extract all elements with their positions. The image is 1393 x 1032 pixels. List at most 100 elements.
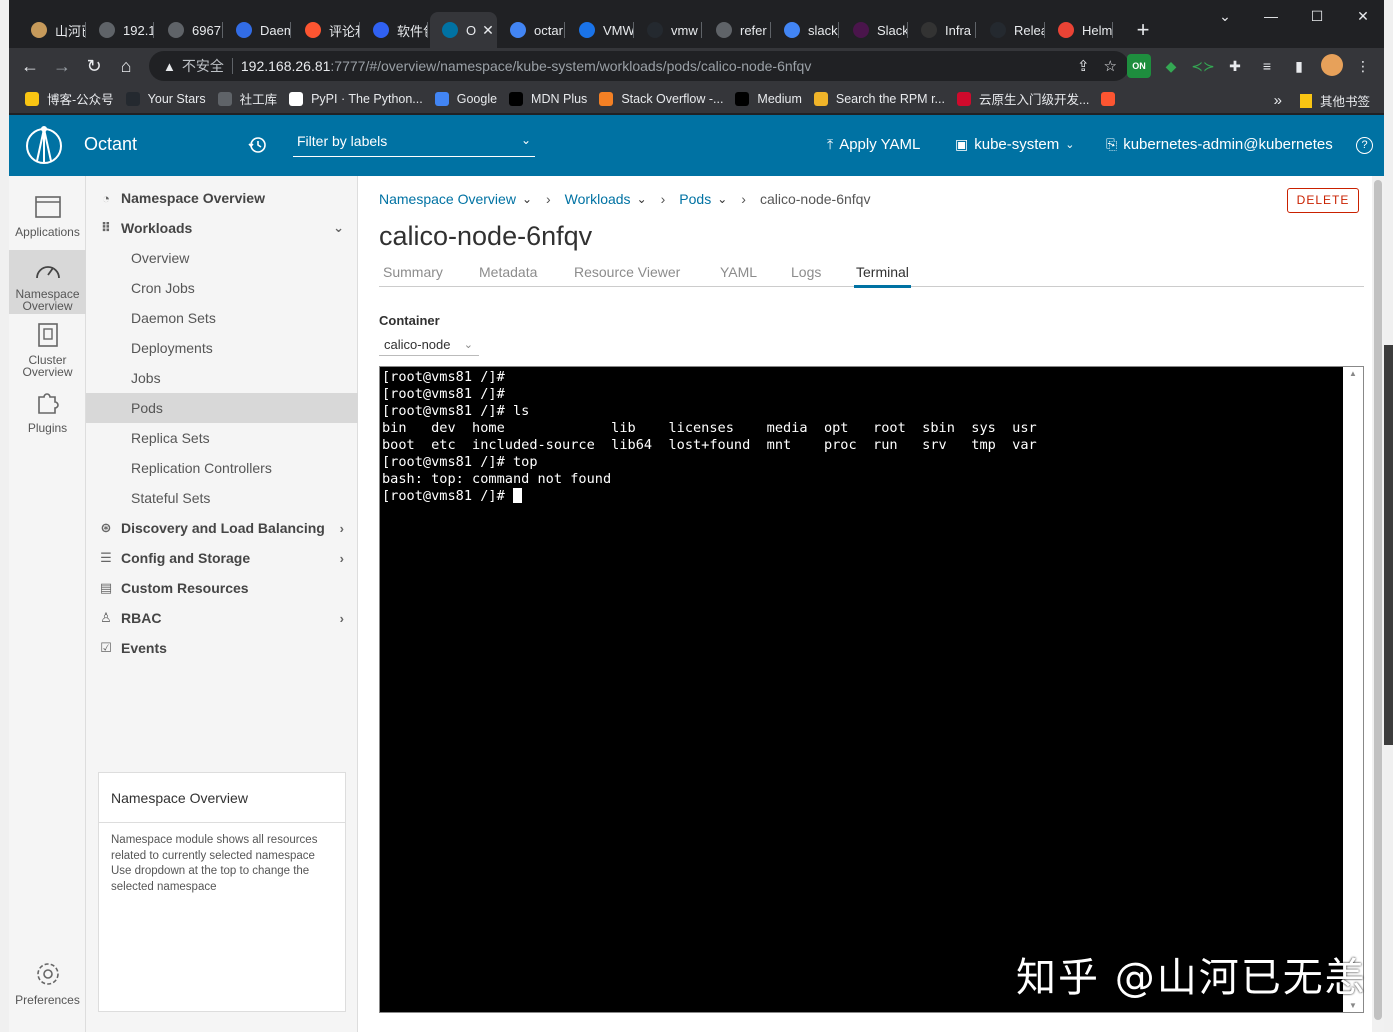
bookmark-item[interactable]: 社工库 [217, 89, 277, 108]
back-icon[interactable]: ← [16, 52, 44, 80]
browser-tab[interactable]: vmw [635, 12, 702, 48]
chevron-down-icon[interactable]: ⌄ [637, 192, 647, 206]
profile-avatar[interactable] [1321, 54, 1343, 76]
extension-vue-icon[interactable]: ≺≻ [1191, 54, 1215, 78]
browser-tab[interactable]: Daem [224, 12, 291, 48]
bookmark-item[interactable]: Medium [735, 91, 802, 106]
history-icon[interactable] [247, 135, 267, 155]
rail-applications[interactable]: Applications [9, 188, 86, 254]
bookmark-item[interactable]: Google [434, 91, 497, 106]
reload-icon[interactable]: ↻ [80, 52, 108, 80]
new-tab-button[interactable]: + [1129, 16, 1157, 44]
bookmark-item[interactable]: Stack Overflow -... [599, 91, 723, 106]
nav-workload-item[interactable]: Daemon Sets [86, 303, 358, 333]
terminal-line: boot etc included-source lib64 lost+foun… [382, 437, 1037, 453]
home-icon[interactable]: ⌂ [112, 52, 140, 80]
chevron-down-icon[interactable]: ⌄ [522, 192, 532, 206]
tab-resource-viewer[interactable]: Resource Viewer [572, 264, 682, 285]
browser-tab[interactable]: slack [772, 12, 839, 48]
share-icon[interactable]: ⇪ [1077, 57, 1090, 75]
tab-yaml[interactable]: YAML [718, 264, 759, 285]
bookmarks-more-icon[interactable]: » [1274, 92, 1282, 109]
nav-custom-resources[interactable]: ▤ Custom Resources [86, 573, 358, 603]
rail-namespace-overview[interactable]: Namespace Overview [9, 250, 86, 314]
nav-workload-item[interactable]: Replication Controllers [86, 453, 358, 483]
bookmark-item[interactable]: 博客-公众号 [25, 89, 114, 108]
breadcrumb-workloads[interactable]: Workloads [565, 191, 631, 207]
tab-terminal[interactable]: Terminal [854, 264, 911, 288]
browser-tab[interactable]: refer [704, 12, 771, 48]
tab-search-icon[interactable]: ⌄ [1202, 0, 1248, 32]
forward-icon[interactable]: → [48, 52, 76, 80]
close-tab-icon[interactable]: ✕ [482, 22, 494, 39]
browser-tab[interactable]: O ✕ [430, 12, 497, 48]
tab-title: slack [808, 22, 838, 38]
nav-config-storage[interactable]: ☰ Config and Storage › [86, 543, 358, 573]
browser-menu-icon[interactable]: ⋮ [1351, 54, 1375, 78]
container-select[interactable]: calico-node ⌄ [379, 334, 479, 356]
side-panel-icon[interactable]: ▮ [1287, 54, 1311, 78]
scroll-up-icon[interactable]: ▲ [1349, 369, 1357, 378]
extension-diamond-icon[interactable]: ◆ [1159, 54, 1183, 78]
nav-discovery[interactable]: ⊛ Discovery and Load Balancing › [86, 513, 358, 543]
bookmark-item[interactable]: PyPI · The Python... [289, 91, 423, 106]
nav-workload-item[interactable]: Overview [86, 243, 358, 273]
nav-workload-item[interactable]: Cron Jobs [86, 273, 358, 303]
breadcrumb-namespace-overview[interactable]: Namespace Overview [379, 191, 516, 207]
maximize-button[interactable]: ☐ [1294, 0, 1340, 32]
help-card-body: Namespace module shows all resources rel… [111, 834, 318, 893]
browser-tab[interactable]: 软件包 [361, 12, 428, 48]
delete-button[interactable]: DELETE [1287, 188, 1359, 213]
apply-yaml-button[interactable]: ⤒ Apply YAML [827, 136, 920, 153]
nav-events[interactable]: ☑ Events [86, 633, 358, 663]
browser-tab[interactable]: 192.1 [87, 12, 154, 48]
context-switcher[interactable]: ⎘ kubernetes-admin@kubernetes [1106, 136, 1333, 153]
namespace-switcher[interactable]: ▣ kube-system ⌄ [955, 136, 1074, 153]
page-scrollbar[interactable] [1372, 176, 1384, 1032]
address-bar[interactable]: ▲ 不安全 192.168.26.81:7777/#/overview/name… [149, 51, 1129, 81]
bookmark-item[interactable]: Your Stars [125, 91, 206, 106]
extension-on-icon[interactable]: ON [1127, 54, 1151, 78]
label-filter-select[interactable]: Filter by labels ⌄ [293, 133, 535, 157]
tab-summary[interactable]: Summary [381, 264, 445, 285]
browser-tab[interactable]: Relea [978, 12, 1045, 48]
browser-tab[interactable]: Infra [909, 12, 976, 48]
nav-workload-item[interactable]: Jobs [86, 363, 358, 393]
browser-tab[interactable]: Slack [841, 12, 908, 48]
help-icon[interactable]: ? [1356, 137, 1373, 154]
bookmark-label: Medium [757, 91, 802, 106]
terminal-scrollbar[interactable]: ▲ ▼ [1343, 367, 1363, 1012]
browser-tab[interactable]: octar [498, 12, 565, 48]
nav-workload-item[interactable]: Stateful Sets [86, 483, 358, 513]
nav-namespace-overview[interactable]: ◔ Namespace Overview [86, 183, 358, 213]
bookmark-item[interactable]: MDN Plus [509, 91, 587, 106]
reading-list-icon[interactable]: ≡ [1255, 54, 1279, 78]
nav-workload-item[interactable]: Deployments [86, 333, 358, 363]
breadcrumb-pods[interactable]: Pods [679, 191, 711, 207]
chevron-down-icon[interactable]: ⌄ [717, 192, 727, 206]
browser-tab[interactable]: 评论和 [293, 12, 360, 48]
browser-tab[interactable]: VMW [567, 12, 634, 48]
minimize-button[interactable]: — [1248, 0, 1294, 32]
bookmark-item[interactable] [1101, 91, 1123, 106]
terminal[interactable]: [root@vms81 /]# [root@vms81 /]# [root@vms8… [379, 366, 1364, 1013]
browser-tab[interactable]: 6967 [156, 12, 223, 48]
nav-workload-item[interactable]: Replica Sets [86, 423, 358, 453]
bookmark-item[interactable]: 云原生入门级开发... [956, 89, 1089, 108]
browser-tab[interactable]: Helm [1046, 12, 1113, 48]
bookmark-star-icon[interactable]: ☆ [1104, 57, 1117, 75]
nav-rbac[interactable]: ♙ RBAC › [86, 603, 358, 633]
nav-workload-item[interactable]: Pods [86, 393, 358, 423]
other-bookmarks[interactable]: 其他书签 [1320, 91, 1370, 110]
tab-metadata[interactable]: Metadata [477, 264, 539, 285]
rail-preferences[interactable]: Preferences [9, 956, 86, 1016]
extensions-puzzle-icon[interactable]: ✚ [1223, 54, 1247, 78]
close-window-button[interactable]: ✕ [1340, 0, 1384, 32]
bookmark-item[interactable]: Search the RPM r... [813, 91, 945, 106]
browser-tab[interactable]: 山河已 [19, 12, 86, 48]
rail-plugins[interactable]: Plugins [9, 384, 86, 438]
rail-cluster-overview[interactable]: Cluster Overview [9, 318, 86, 382]
tab-logs[interactable]: Logs [789, 264, 823, 285]
url-path: :7777/#/overview/namespace/kube-system/w… [330, 58, 812, 74]
nav-workloads[interactable]: ⠿ Workloads ⌄ [86, 213, 358, 243]
